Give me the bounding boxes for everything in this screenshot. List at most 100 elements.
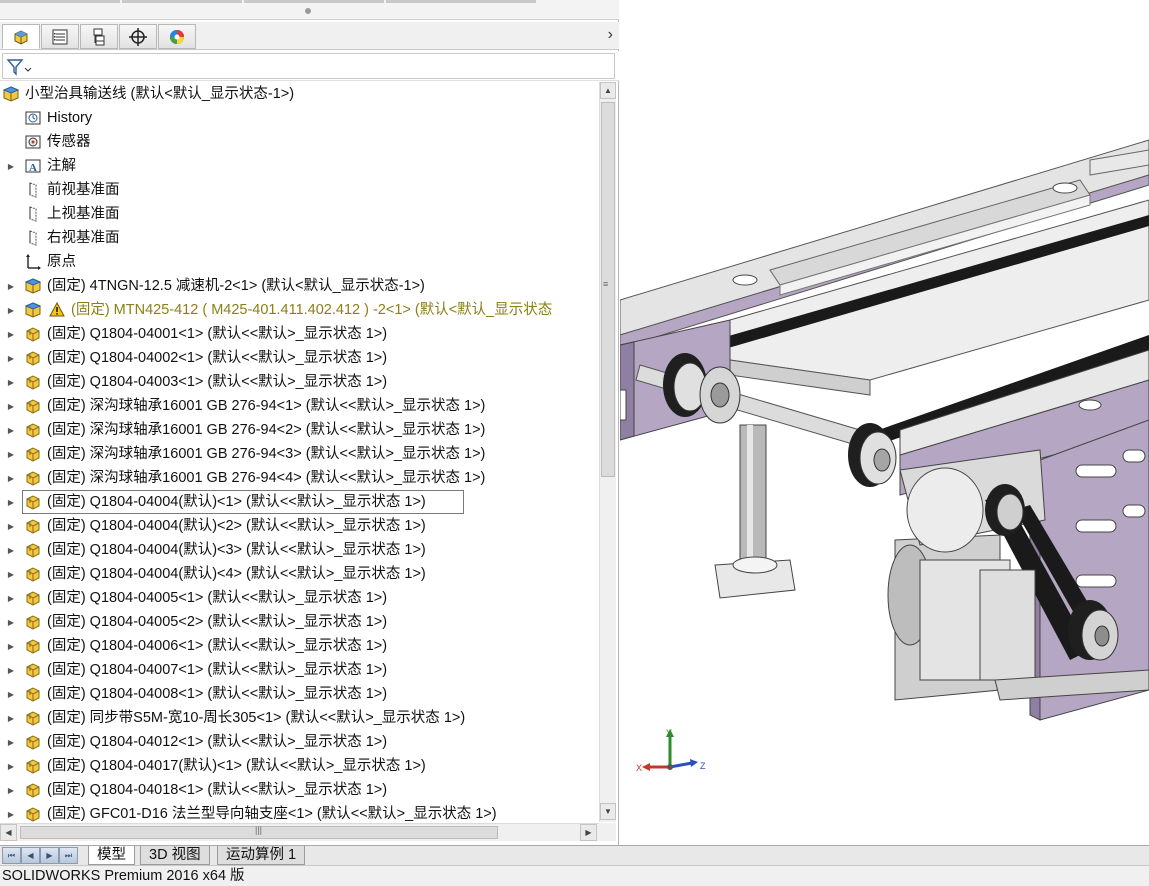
status-bar: SOLIDWORKS Premium 2016 x64 版	[0, 865, 1149, 886]
tree-item[interactable]: ▶ (固定) Q1804-04003<1> (默认<<默认>_显示状态 1>)	[0, 370, 599, 394]
expand-arrow-icon[interactable]: ▶	[6, 514, 16, 538]
expand-arrow-icon[interactable]: ▶	[6, 298, 16, 322]
expand-arrow-icon[interactable]: ▶	[6, 418, 16, 442]
bottom-tab-bar: ⏮ ◀ ▶ ⏭ 模型 3D 视图 运动算例 1	[0, 845, 1149, 865]
tab-configuration-manager[interactable]	[80, 24, 118, 49]
tree-item-label: (固定) Q1804-04005<2> (默认<<默认>_显示状态 1>)	[47, 614, 388, 630]
tree-item[interactable]: ▶ (固定) Q1804-04002<1> (默认<<默认>_显示状态 1>)	[0, 346, 599, 370]
tree-item[interactable]: ▶ (固定) Q1804-04008<1> (默认<<默认>_显示状态 1>)	[0, 682, 599, 706]
tree-item-label: (固定) Q1804-04004(默认)<1> (默认<<默认>_显示状态 1>…	[47, 494, 426, 510]
tree-item[interactable]: ▶ (固定) Q1804-04001<1> (默认<<默认>_显示状态 1>)	[0, 322, 599, 346]
tree-item[interactable]: ▶ (固定) Q1804-04004(默认)<3> (默认<<默认>_显示状态 1…	[0, 538, 599, 562]
tree-item[interactable]: ▶ A 注解	[0, 154, 599, 178]
expand-arrow-icon[interactable]: ▶	[6, 442, 16, 466]
next-tab-arrow-icon[interactable]: ▶	[40, 847, 59, 864]
more-tabs-chevron-icon[interactable]: ›	[608, 26, 613, 44]
expand-arrow-icon[interactable]: ▶	[6, 538, 16, 562]
expand-arrow-icon[interactable]: ▶	[6, 274, 16, 298]
part-icon	[24, 637, 42, 655]
expand-arrow-icon[interactable]: ▶	[6, 802, 16, 824]
splitter-handle-icon[interactable]	[305, 8, 311, 14]
vertical-scroll-thumb[interactable]	[601, 102, 615, 477]
reference-triad[interactable]: Y X Z	[636, 727, 716, 787]
expand-arrow-icon[interactable]: ▶	[6, 466, 16, 490]
tree-item[interactable]: ▶ (固定) GFC01-D16 法兰型导向轴支座<1> (默认<<默认>_显示状…	[0, 802, 599, 824]
manager-tab-bar: ›	[0, 22, 619, 50]
tree-item-label: (固定) Q1804-04008<1> (默认<<默认>_显示状态 1>)	[47, 686, 388, 702]
scroll-right-arrow-icon[interactable]: ▶	[580, 824, 597, 841]
tab-motion-study[interactable]: 运动算例 1	[217, 846, 306, 865]
tree-item[interactable]: ▶ (固定) 深沟球轴承16001 GB 276-94<4> (默认<<默认>_显…	[0, 466, 599, 490]
tree-item[interactable]: ▶ (固定) Q1804-04005<1> (默认<<默认>_显示状态 1>)	[0, 586, 599, 610]
tree-item[interactable]: 右视基准面	[0, 226, 599, 250]
scroll-up-arrow-icon[interactable]: ▲	[600, 82, 616, 99]
tree-root-assembly[interactable]: 小型治具输送线 (默认<默认_显示状态-1>)	[0, 82, 599, 106]
feature-tree-filter-input[interactable]	[2, 53, 615, 79]
prev-tab-arrow-icon[interactable]: ◀	[21, 847, 40, 864]
conveyor-model-render[interactable]	[620, 0, 1149, 845]
expand-arrow-icon[interactable]: ▶	[6, 682, 16, 706]
tree-item[interactable]: ▶ (固定) 深沟球轴承16001 GB 276-94<2> (默认<<默认>_显…	[0, 418, 599, 442]
expand-arrow-icon[interactable]: ▶	[6, 634, 16, 658]
panel-splitter[interactable]	[0, 0, 619, 20]
expand-arrow-icon[interactable]: ▶	[6, 586, 16, 610]
expand-arrow-icon[interactable]: ▶	[6, 706, 16, 730]
expand-arrow-icon[interactable]: ▶	[6, 610, 16, 634]
tree-item[interactable]: ▶ (固定) Q1804-04004(默认)<1> (默认<<默认>_显示状态 1…	[0, 490, 599, 514]
tree-item[interactable]: ▶ (固定) Q1804-04007<1> (默认<<默认>_显示状态 1>)	[0, 658, 599, 682]
scroll-left-arrow-icon[interactable]: ◀	[0, 824, 17, 841]
filter-row	[0, 51, 619, 81]
tree-item-label: (固定) Q1804-04001<1> (默认<<默认>_显示状态 1>)	[47, 326, 388, 342]
first-tab-arrow-icon[interactable]: ⏮	[2, 847, 21, 864]
tree-item-label: 传感器	[47, 134, 91, 150]
filter-icon[interactable]	[6, 58, 32, 76]
expand-arrow-icon[interactable]: ▶	[6, 154, 16, 178]
tab-property-manager[interactable]	[41, 24, 79, 49]
expand-arrow-icon[interactable]: ▶	[6, 754, 16, 778]
tree-item[interactable]: ▶ (固定) Q1804-04006<1> (默认<<默认>_显示状态 1>)	[0, 634, 599, 658]
dimxpert-icon	[129, 27, 147, 46]
expand-arrow-icon[interactable]: ▶	[6, 322, 16, 346]
expand-arrow-icon[interactable]: ▶	[6, 370, 16, 394]
graphics-viewport[interactable]: Y X Z	[620, 0, 1149, 845]
last-tab-arrow-icon[interactable]: ⏭	[59, 847, 78, 864]
tree-item[interactable]: ▶ (固定) Q1804-04017(默认)<1> (默认<<默认>_显示状态 1…	[0, 754, 599, 778]
tree-item[interactable]: 传感器	[0, 130, 599, 154]
tree-item[interactable]: History	[0, 106, 599, 130]
tree-item-label: (固定) Q1804-04002<1> (默认<<默认>_显示状态 1>)	[47, 350, 388, 366]
tab-model[interactable]: 模型	[88, 846, 135, 865]
tree-item[interactable]: ▶ (固定) 同步带S5M-宽10-周长305<1> (默认<<默认>_显示状态 …	[0, 706, 599, 730]
tree-item[interactable]: ▶ (固定) 深沟球轴承16001 GB 276-94<3> (默认<<默认>_显…	[0, 442, 599, 466]
tree-item[interactable]: ▶ (固定) MTN425-412 ( M425-401.411.402.412 …	[0, 298, 599, 322]
expand-arrow-icon[interactable]: ▶	[6, 346, 16, 370]
scroll-down-arrow-icon[interactable]: ▼	[600, 803, 616, 820]
tree-item[interactable]: ▶ (固定) Q1804-04004(默认)<4> (默认<<默认>_显示状态 1…	[0, 562, 599, 586]
tree-item[interactable]: ▶ (固定) Q1804-04005<2> (默认<<默认>_显示状态 1>)	[0, 610, 599, 634]
tree-item[interactable]: ▶ (固定) Q1804-04004(默认)<2> (默认<<默认>_显示状态 1…	[0, 514, 599, 538]
expand-arrow-icon[interactable]: ▶	[6, 562, 16, 586]
tree-item[interactable]: ▶ (固定) 深沟球轴承16001 GB 276-94<1> (默认<<默认>_显…	[0, 394, 599, 418]
expand-arrow-icon[interactable]: ▶	[6, 490, 16, 514]
tree-item[interactable]: ▶ (固定) Q1804-04018<1> (默认<<默认>_显示状态 1>)	[0, 778, 599, 802]
tree-item[interactable]: 原点	[0, 250, 599, 274]
tree-item[interactable]: ▶ (固定) Q1804-04012<1> (默认<<默认>_显示状态 1>)	[0, 730, 599, 754]
expand-arrow-icon[interactable]: ▶	[6, 658, 16, 682]
tree-item-label: 注解	[47, 158, 76, 174]
part-icon	[24, 325, 42, 343]
tree-item[interactable]: 上视基准面	[0, 202, 599, 226]
tab-display-manager[interactable]	[158, 24, 196, 49]
tree-item[interactable]: 前视基准面	[0, 178, 599, 202]
history-icon	[24, 109, 42, 127]
expand-arrow-icon[interactable]: ▶	[6, 778, 16, 802]
expand-arrow-icon[interactable]: ▶	[6, 394, 16, 418]
tab-3d-view[interactable]: 3D 视图	[140, 846, 210, 865]
tree-item[interactable]: ▶ (固定) 4TNGN-12.5 减速机-2<1> (默认<默认_显示状态-1>…	[0, 274, 599, 298]
horizontal-scrollbar[interactable]: ◀ ||| ▶	[0, 823, 599, 841]
vertical-scrollbar[interactable]: ▲ ≡ ▼	[599, 82, 616, 822]
assembly-icon	[24, 301, 42, 319]
splitter-segment	[386, 0, 536, 3]
tab-dimxpert-manager[interactable]	[119, 24, 157, 49]
tree-item-label: (固定) 深沟球轴承16001 GB 276-94<4> (默认<<默认>_显示…	[47, 470, 486, 486]
expand-arrow-icon[interactable]: ▶	[6, 730, 16, 754]
tab-feature-manager[interactable]	[2, 24, 40, 49]
